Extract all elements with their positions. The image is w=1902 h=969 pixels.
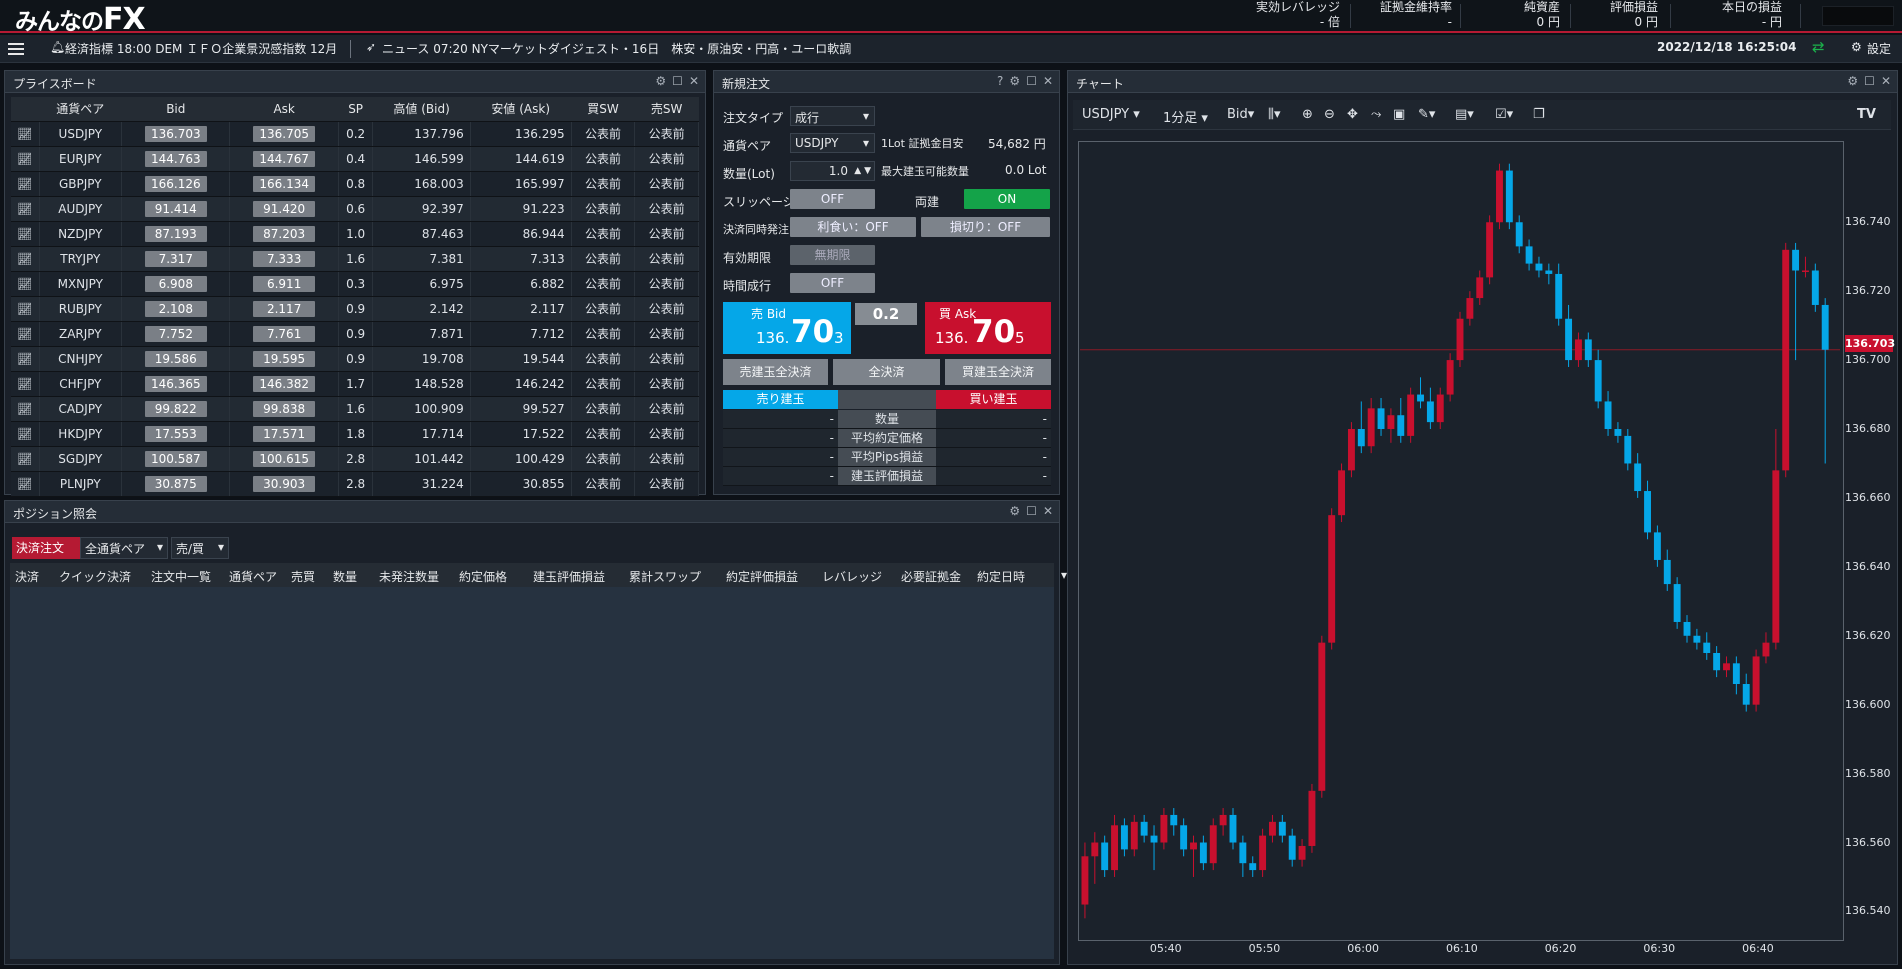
candle-body — [1821, 304, 1829, 350]
candle-body — [1407, 394, 1415, 436]
candle-body — [1683, 621, 1691, 636]
candle-body — [1190, 842, 1197, 850]
candle-body — [1150, 835, 1158, 843]
candle-body — [1239, 842, 1247, 864]
candle-body — [1515, 222, 1523, 247]
candle-body — [1496, 170, 1503, 223]
candle-body — [1278, 821, 1286, 836]
candle-body — [1298, 845, 1306, 860]
candle-body — [1446, 360, 1454, 395]
candle-body — [1742, 684, 1750, 705]
candle-body — [1653, 532, 1661, 560]
y-tick-label: 136.660 — [1845, 490, 1891, 504]
candle-body — [1732, 663, 1740, 685]
candle-body — [1663, 559, 1671, 585]
candle-body — [1811, 270, 1819, 305]
candle-body — [1723, 663, 1730, 671]
x-tick-label: 06:20 — [1544, 942, 1577, 955]
candle-body — [1120, 825, 1128, 850]
candle-body — [1594, 360, 1602, 402]
candle-body — [1762, 642, 1770, 657]
candle-body — [1456, 318, 1464, 361]
candle-body — [1525, 246, 1533, 264]
candle-body — [1486, 222, 1494, 278]
y-tick-label: 136.740 — [1845, 215, 1891, 229]
candle-body — [1209, 825, 1217, 864]
candle-body — [1229, 814, 1237, 843]
candle-body — [1713, 652, 1721, 671]
y-tick-label: 136.540 — [1845, 904, 1891, 918]
candle-body — [1269, 821, 1276, 836]
candle-body — [1673, 584, 1681, 622]
candle-body — [1565, 318, 1573, 361]
candle-body — [1436, 394, 1444, 423]
y-tick-label: 136.680 — [1845, 422, 1891, 435]
candle-body — [1259, 835, 1267, 871]
candle-body — [1101, 842, 1109, 871]
x-tick-label: 06:00 — [1347, 942, 1379, 955]
y-tick-label: 136.580 — [1845, 766, 1891, 780]
candle-body — [1357, 429, 1365, 447]
candle-body — [1328, 515, 1336, 643]
current-price-label: 136.703 — [1845, 335, 1896, 352]
candle-body — [1397, 415, 1405, 436]
candle-body — [1318, 642, 1326, 791]
candle-body — [1199, 842, 1207, 864]
candle-body — [1417, 394, 1424, 402]
candle-body — [1703, 642, 1711, 653]
candle-body — [1535, 263, 1543, 271]
candle-body — [1347, 429, 1355, 471]
candle-body — [1772, 470, 1780, 643]
y-tick-label: 136.700 — [1845, 353, 1891, 367]
candle-body — [1555, 273, 1563, 319]
x-tick-label: 06:40 — [1742, 942, 1774, 955]
x-tick-label: 05:40 — [1149, 942, 1182, 955]
candle-body — [1802, 270, 1809, 272]
candle-body — [1338, 470, 1346, 516]
candle-body — [1505, 170, 1513, 223]
y-tick-label: 136.720 — [1845, 284, 1891, 298]
candle-body — [1634, 463, 1642, 492]
candle-body — [1249, 863, 1257, 871]
candle-body — [1426, 401, 1434, 423]
candle-body — [1644, 491, 1651, 533]
candle-body — [1584, 339, 1592, 361]
candle-body — [1614, 429, 1622, 436]
candle-body — [1782, 249, 1790, 471]
y-tick-label: 136.640 — [1845, 559, 1891, 573]
candle-body — [1476, 277, 1484, 299]
candle-body — [1624, 435, 1632, 464]
x-tick-label: 06:30 — [1643, 942, 1676, 955]
candle-body — [1387, 415, 1395, 430]
candle-body — [1130, 821, 1138, 850]
candlestick-chart — [1080, 163, 1840, 919]
candle-body — [1308, 790, 1316, 846]
candle-body — [1180, 825, 1188, 850]
candle-body — [1792, 249, 1800, 271]
candle-body — [1288, 835, 1296, 860]
y-tick-label: 136.620 — [1845, 628, 1891, 642]
x-tick-label: 06:10 — [1446, 942, 1478, 955]
candle-body — [1160, 814, 1168, 843]
candle-body — [1545, 270, 1553, 274]
y-tick-label: 136.600 — [1845, 697, 1891, 711]
candle-body — [1091, 842, 1099, 857]
candle-body — [1081, 856, 1089, 905]
candle-body — [1219, 814, 1227, 826]
x-tick-label: 05:50 — [1248, 942, 1281, 955]
candle-body — [1170, 814, 1178, 826]
candle-body — [1111, 825, 1118, 871]
candle-body — [1377, 408, 1385, 430]
candle-body — [1466, 298, 1474, 319]
candle-body — [1604, 401, 1612, 430]
candle-body — [1693, 635, 1701, 643]
y-tick-label: 136.560 — [1845, 835, 1891, 849]
candle-body — [1574, 339, 1582, 361]
candle-body — [1752, 656, 1760, 705]
candle-body — [1140, 821, 1148, 836]
candle-body — [1367, 408, 1375, 447]
